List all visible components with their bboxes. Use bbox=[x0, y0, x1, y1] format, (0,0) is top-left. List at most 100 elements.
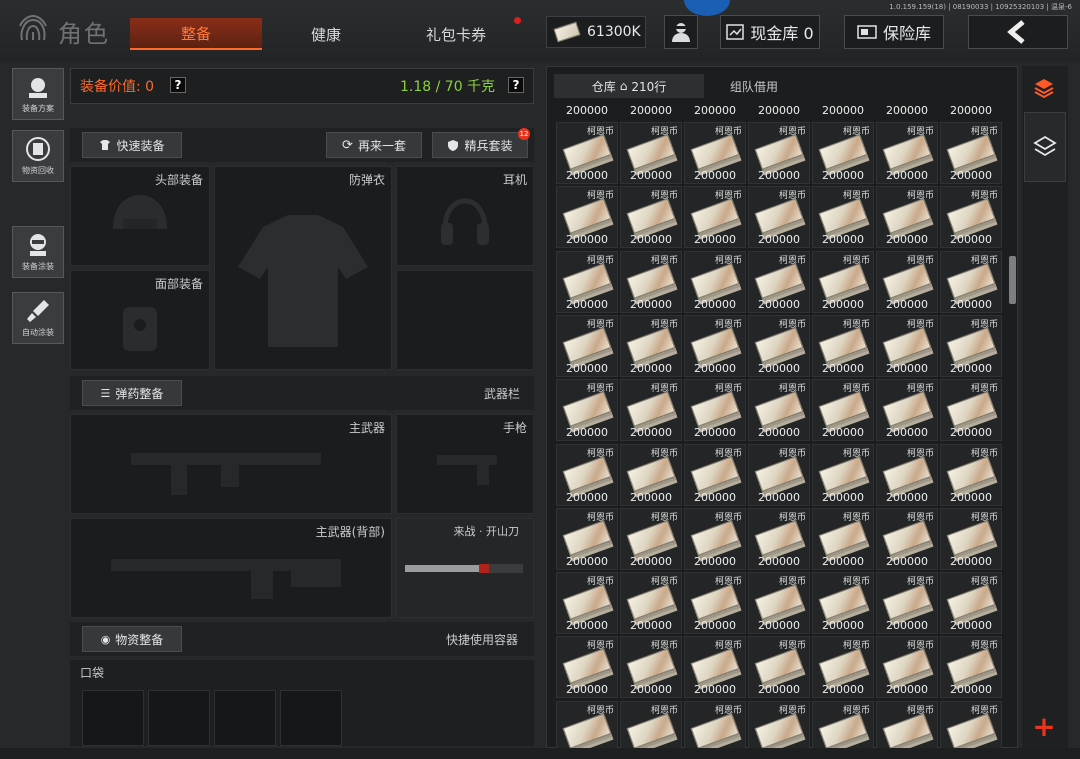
storage-item[interactable]: 柯恩币200000 bbox=[556, 314, 618, 377]
storage-item[interactable]: 柯恩币200000 bbox=[876, 186, 938, 249]
storage-item[interactable]: 柯恩币200000 bbox=[620, 379, 682, 442]
sort-button[interactable] bbox=[1026, 70, 1064, 106]
storage-item[interactable]: 柯恩币200000 bbox=[620, 507, 682, 570]
elite-set-button[interactable]: 精兵套装 bbox=[432, 132, 528, 158]
layer-toggle-button[interactable] bbox=[1024, 112, 1066, 182]
slot-melee[interactable]: 来战 · 开山刀 bbox=[396, 518, 534, 618]
storage-item[interactable]: 柯恩币200000 bbox=[812, 572, 874, 635]
scrollbar-thumb[interactable] bbox=[1009, 256, 1016, 304]
slot-armor[interactable]: 防弹衣 bbox=[214, 166, 392, 370]
storage-item[interactable]: 柯恩币200000 bbox=[876, 379, 938, 442]
storage-item[interactable]: 柯恩币200000 bbox=[940, 250, 1002, 313]
pocket-slot[interactable] bbox=[82, 690, 144, 746]
storage-item[interactable]: 柯恩币200000 bbox=[812, 507, 874, 570]
ammo-prep-button[interactable]: ☰ 弹药整备 bbox=[82, 380, 182, 406]
storage-item[interactable]: 柯恩币200000 bbox=[620, 186, 682, 249]
rail-recycle[interactable]: 物资回收 bbox=[12, 130, 64, 182]
again-button[interactable]: ⟳ 再来一套 bbox=[326, 132, 422, 158]
storage-item[interactable]: 柯恩币200000 bbox=[940, 636, 1002, 699]
storage-item[interactable]: 柯恩币200000 bbox=[620, 250, 682, 313]
storage-item[interactable]: 柯恩币200000 bbox=[684, 572, 746, 635]
storage-item[interactable]: 柯恩币200000 bbox=[876, 507, 938, 570]
storage-item[interactable]: 柯恩币200000 bbox=[748, 379, 810, 442]
slot-pistol[interactable]: 手枪 bbox=[396, 414, 534, 514]
money-display[interactable]: 61300K bbox=[546, 16, 646, 48]
storage-item[interactable]: 柯恩币200000 bbox=[940, 572, 1002, 635]
storage-item[interactable]: 柯恩币200000 bbox=[556, 122, 618, 184]
storage-item[interactable]: 柯恩币200000 bbox=[556, 379, 618, 442]
storage-item[interactable]: 柯恩币200000 bbox=[940, 700, 1002, 748]
storage-item[interactable]: 柯恩币200000 bbox=[620, 572, 682, 635]
storage-item[interactable]: 柯恩币200000 bbox=[556, 572, 618, 635]
tab-gift-cards[interactable]: 礼包卡券 bbox=[392, 18, 520, 50]
slot-head[interactable]: 头部装备 bbox=[70, 166, 210, 266]
storage-item[interactable]: 柯恩币200000 bbox=[940, 443, 1002, 506]
storage-item[interactable]: 柯恩币200000 bbox=[620, 443, 682, 506]
tab-equip[interactable]: 整备 bbox=[130, 18, 262, 50]
help-icon[interactable]: ? bbox=[508, 77, 524, 93]
storage-item[interactable]: 柯恩币200000 bbox=[940, 379, 1002, 442]
help-icon[interactable]: ? bbox=[170, 77, 186, 93]
rail-loadout-preset[interactable]: 装备方案 bbox=[12, 68, 64, 120]
tab-storage[interactable]: 仓库 ⌂ 210行 bbox=[554, 74, 704, 98]
storage-item[interactable]: 柯恩币200000 bbox=[812, 379, 874, 442]
slot-primary-weapon[interactable]: 主武器 bbox=[70, 414, 392, 514]
storage-item[interactable]: 柯恩币200000 bbox=[812, 250, 874, 313]
storage-item[interactable]: 柯恩币200000 bbox=[684, 186, 746, 249]
storage-item[interactable]: 柯恩币200000 bbox=[876, 314, 938, 377]
tab-team-borrow[interactable]: 组队借用 bbox=[704, 74, 804, 98]
storage-item[interactable]: 柯恩币200000 bbox=[684, 507, 746, 570]
storage-item[interactable]: 柯恩币200000 bbox=[748, 314, 810, 377]
storage-item[interactable]: 柯恩币200000 bbox=[684, 700, 746, 748]
storage-item[interactable]: 柯恩币200000 bbox=[876, 250, 938, 313]
agent-button[interactable] bbox=[664, 15, 698, 49]
pocket-slot[interactable] bbox=[280, 690, 342, 746]
slot-ear[interactable]: 耳机 bbox=[396, 166, 534, 266]
storage-item[interactable]: 柯恩币200000 bbox=[556, 636, 618, 699]
storage-item[interactable]: 柯恩币200000 bbox=[812, 636, 874, 699]
supply-prep-button[interactable]: ◉ 物资整备 bbox=[82, 626, 182, 652]
storage-item[interactable]: 柯恩币200000 bbox=[876, 443, 938, 506]
storage-item[interactable]: 柯恩币200000 bbox=[556, 507, 618, 570]
storage-item[interactable]: 柯恩币200000 bbox=[748, 572, 810, 635]
add-icon[interactable]: + bbox=[1030, 710, 1058, 743]
storage-item[interactable]: 柯恩币200000 bbox=[812, 186, 874, 249]
storage-item[interactable]: 柯恩币200000 bbox=[940, 507, 1002, 570]
cash-vault-button[interactable]: 现金库 0 bbox=[720, 15, 820, 49]
storage-item[interactable]: 柯恩币200000 bbox=[748, 122, 810, 184]
storage-item[interactable]: 柯恩币200000 bbox=[620, 700, 682, 748]
storage-item[interactable]: 柯恩币200000 bbox=[556, 250, 618, 313]
storage-item[interactable]: 柯恩币200000 bbox=[620, 122, 682, 184]
storage-item[interactable]: 柯恩币200000 bbox=[876, 636, 938, 699]
storage-item[interactable]: 柯恩币200000 bbox=[620, 314, 682, 377]
safe-vault-button[interactable]: 保险库 bbox=[844, 15, 944, 49]
storage-item[interactable]: 柯恩币200000 bbox=[684, 250, 746, 313]
storage-item[interactable]: 柯恩币200000 bbox=[684, 122, 746, 184]
storage-item[interactable]: 柯恩币200000 bbox=[684, 443, 746, 506]
storage-item[interactable]: 柯恩币200000 bbox=[748, 636, 810, 699]
storage-item[interactable]: 柯恩币200000 bbox=[876, 700, 938, 748]
pocket-slot[interactable] bbox=[148, 690, 210, 746]
storage-item[interactable]: 柯恩币200000 bbox=[876, 572, 938, 635]
storage-item[interactable]: 柯恩币200000 bbox=[940, 186, 1002, 249]
tab-health[interactable]: 健康 bbox=[262, 18, 390, 50]
storage-item[interactable]: 柯恩币200000 bbox=[556, 186, 618, 249]
scrollbar-track[interactable] bbox=[1008, 104, 1016, 744]
storage-item[interactable]: 柯恩币200000 bbox=[556, 700, 618, 748]
quick-equip-button[interactable]: 快速装备 bbox=[82, 132, 182, 158]
pocket-slot[interactable] bbox=[214, 690, 276, 746]
storage-item[interactable]: 柯恩币200000 bbox=[812, 443, 874, 506]
rail-auto-paint[interactable]: 自动涂装 bbox=[12, 292, 64, 344]
rail-skin[interactable]: 装备涂装 bbox=[12, 226, 64, 278]
storage-item[interactable]: 柯恩币200000 bbox=[940, 314, 1002, 377]
slot-face[interactable]: 面部装备 bbox=[70, 270, 210, 370]
storage-item[interactable]: 柯恩币200000 bbox=[940, 122, 1002, 184]
storage-item[interactable]: 柯恩币200000 bbox=[876, 122, 938, 184]
storage-item[interactable]: 柯恩币200000 bbox=[748, 507, 810, 570]
storage-item[interactable]: 柯恩币200000 bbox=[684, 314, 746, 377]
back-button[interactable] bbox=[968, 15, 1068, 49]
slot-empty[interactable] bbox=[396, 270, 534, 370]
storage-item[interactable]: 柯恩币200000 bbox=[684, 636, 746, 699]
storage-item[interactable]: 柯恩币200000 bbox=[748, 250, 810, 313]
storage-item[interactable]: 柯恩币200000 bbox=[812, 700, 874, 748]
